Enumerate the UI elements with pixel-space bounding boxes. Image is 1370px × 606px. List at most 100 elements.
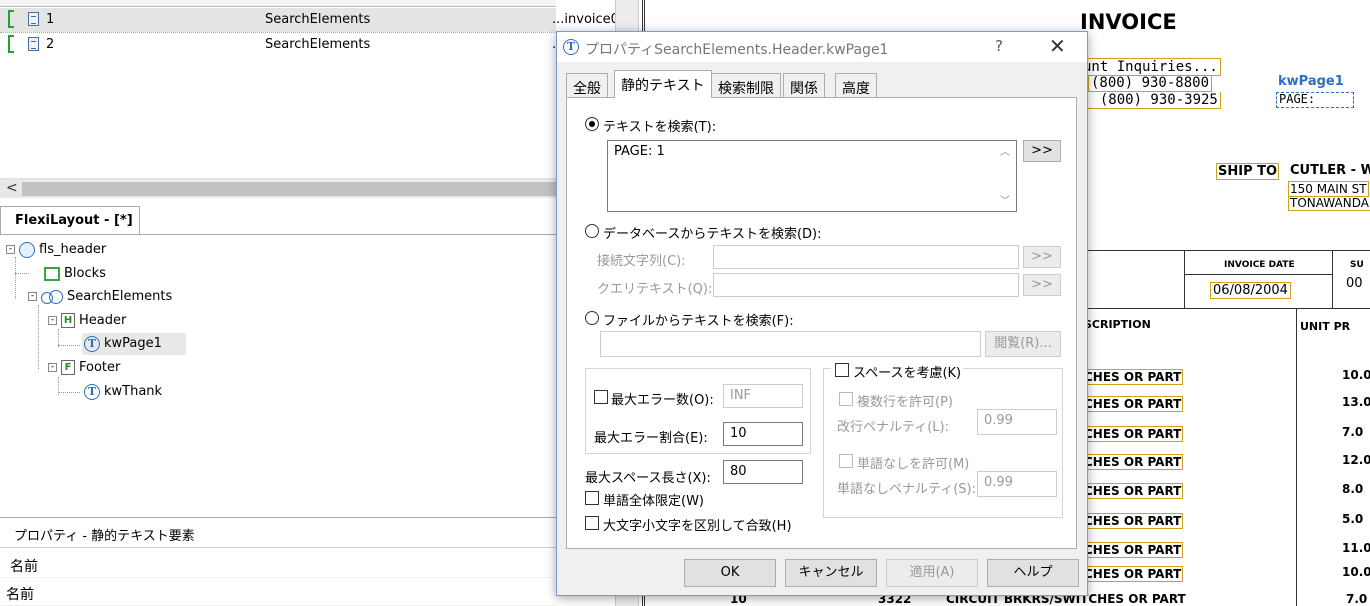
- query-text-input[interactable]: [713, 273, 1019, 297]
- tree-node-label: Footer: [79, 360, 121, 375]
- tree-node-kwthank[interactable]: TkwThank: [84, 381, 162, 403]
- grid-row[interactable]: 2 SearchElements ...: [0, 32, 564, 56]
- ship-name: CUTLER - W: [1290, 163, 1370, 178]
- col-su-label: SU: [1350, 260, 1364, 270]
- collapse-icon[interactable]: -: [6, 245, 15, 254]
- document-icon: [28, 12, 39, 26]
- grid-row[interactable]: 1 SearchElements ...invoice000: [0, 8, 635, 32]
- last-line-price: 7.0: [1346, 592, 1368, 606]
- line-item-price: 8.0: [1342, 482, 1364, 496]
- blocks-icon: [44, 266, 60, 281]
- cancel-button[interactable]: キャンセル: [785, 559, 877, 587]
- search-db-label: データベースからテキストを検索(D):: [603, 227, 822, 242]
- kw-element-text: PAGE:: [1279, 92, 1316, 106]
- tree-node-label: Header: [79, 313, 127, 328]
- static-text-icon: T: [84, 335, 100, 352]
- line-item-price: 7.0: [1342, 425, 1364, 439]
- row-number: 2: [46, 37, 55, 52]
- ok-button[interactable]: OK: [684, 559, 776, 587]
- static-text-icon: T: [563, 39, 579, 55]
- conn-string-input[interactable]: [713, 245, 1019, 269]
- line-item-description: CHES OR PART: [1082, 369, 1184, 385]
- ship-address-2: TONAWANDA: [1288, 196, 1370, 211]
- tree-node-footer[interactable]: - F Footer: [48, 357, 120, 379]
- inquiries-text: unt Inquiries...: [1080, 58, 1221, 76]
- tab-general[interactable]: 全般: [566, 73, 608, 97]
- help-icon[interactable]: ?: [995, 37, 1003, 55]
- row-number: 1: [46, 12, 55, 27]
- tree-node-label: kwThank: [104, 384, 163, 399]
- tree-node-blocks[interactable]: Blocks: [44, 263, 106, 285]
- close-icon[interactable]: ✕: [1049, 34, 1066, 58]
- kw-element-box[interactable]: PAGE:: [1276, 92, 1354, 108]
- max-error-ratio-label: 最大エラー割合(E):: [594, 431, 708, 446]
- collapse-icon[interactable]: -: [28, 292, 37, 301]
- tab-static-text[interactable]: 静的テキスト: [614, 70, 712, 98]
- match-case-checkbox[interactable]: [585, 516, 599, 530]
- line-item-description: CHES OR PART: [1082, 426, 1184, 442]
- document-icon: [28, 37, 39, 51]
- scroll-up-icon[interactable]: ︿: [1000, 143, 1010, 158]
- max-error-ratio-input[interactable]: 10: [723, 422, 803, 446]
- collapse-icon[interactable]: -: [48, 316, 57, 325]
- dialog-titlebar[interactable]: T プロパティSearchElements.Header.kwPage1 ? ✕: [557, 32, 1087, 62]
- allow-multiline-checkbox[interactable]: [839, 392, 853, 406]
- tree-node-search-elements[interactable]: - SearchElements: [28, 286, 172, 308]
- tab-relations[interactable]: 関係: [783, 73, 825, 97]
- allow-no-word-label: 単語なしを許可(M): [857, 457, 970, 472]
- search-db-radio[interactable]: [585, 224, 599, 238]
- invoice-date-label: INVOICE DATE: [1224, 260, 1295, 270]
- apply-button[interactable]: 適用(A): [886, 559, 978, 587]
- expand-text-button[interactable]: >>: [1023, 140, 1061, 162]
- browse-button[interactable]: 閲覧(R)...: [985, 331, 1061, 357]
- description-header: SCRIPTION: [1084, 318, 1151, 331]
- property-row[interactable]: 名前: [0, 578, 556, 606]
- footer-icon: F: [61, 360, 75, 375]
- ship-to-label: SHIP TO: [1216, 163, 1280, 180]
- file-path-input[interactable]: [600, 331, 981, 357]
- line-item-description: CHES OR PART: [1082, 566, 1184, 582]
- max-errors-checkbox[interactable]: [594, 390, 608, 404]
- tree-node-header[interactable]: - H Header: [48, 310, 126, 332]
- scroll-left-icon[interactable]: <: [6, 180, 18, 196]
- whole-word-checkbox[interactable]: [585, 491, 599, 505]
- tree-node-root[interactable]: - fls_header: [6, 239, 106, 261]
- newline-penalty-input[interactable]: 0.99: [977, 409, 1057, 435]
- line-item-price: 13.0: [1342, 395, 1370, 409]
- group-bracket-icon: [8, 10, 14, 28]
- conn-expand-button[interactable]: >>: [1023, 246, 1061, 268]
- tree-guide: [58, 392, 80, 393]
- horizontal-scrollbar[interactable]: <: [0, 178, 556, 198]
- scroll-thumb[interactable]: [22, 182, 556, 196]
- tree-node-label: Blocks: [64, 266, 106, 281]
- allow-multiline-label: 複数行を許可(P): [857, 395, 953, 410]
- max-space-input[interactable]: 80: [723, 460, 803, 484]
- invoice-date-value: 06/08/2004: [1210, 282, 1291, 299]
- no-word-penalty-input[interactable]: 0.99: [977, 471, 1057, 497]
- search-text-radio[interactable]: [585, 117, 599, 131]
- search-file-label: ファイルからテキストを検索(F):: [603, 314, 794, 329]
- line-item-description: CHES OR PART: [1082, 513, 1184, 529]
- header-icon: H: [61, 313, 75, 328]
- search-file-radio[interactable]: [585, 311, 599, 325]
- line-item-description: CHES OR PART: [1082, 454, 1184, 470]
- search-text-area[interactable]: PAGE: 1 ︿ ﹀: [607, 140, 1017, 212]
- property-row[interactable]: 名前: [0, 550, 556, 578]
- search-text-value: PAGE: 1: [614, 144, 665, 159]
- allow-no-word-checkbox[interactable]: [839, 454, 853, 468]
- no-word-penalty-label: 単語なしペナルティ(S):: [837, 482, 976, 497]
- invoice-date-rule: [1184, 274, 1332, 275]
- scroll-down-icon[interactable]: ﹀: [1000, 192, 1010, 207]
- collapse-icon[interactable]: -: [48, 363, 57, 372]
- grid-header: [0, 0, 556, 7]
- flexilayout-tab[interactable]: FlexiLayout - [*]: [0, 206, 140, 234]
- tree-node-kwpage1[interactable]: TkwPage1: [82, 333, 186, 355]
- table-rule: [1080, 250, 1370, 251]
- help-button[interactable]: ヘルプ: [987, 559, 1079, 587]
- table-rule: [1332, 250, 1333, 308]
- tab-advanced[interactable]: 高度: [835, 73, 877, 97]
- query-expand-button[interactable]: >>: [1023, 274, 1061, 296]
- max-errors-input[interactable]: INF: [723, 384, 803, 408]
- tab-search-limits[interactable]: 検索制限: [711, 73, 781, 97]
- consider-spaces-checkbox[interactable]: [835, 363, 849, 377]
